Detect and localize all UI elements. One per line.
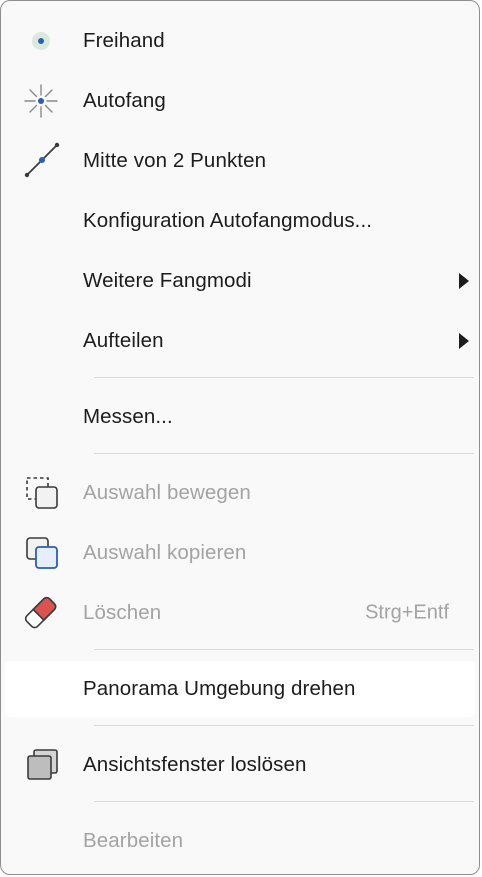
menu-separator (94, 649, 474, 650)
menu-item-label: Ansichtsfenster loslösen (83, 753, 307, 776)
menu-item-loeschen: Löschen Strg+Entf (5, 585, 475, 641)
menu-item-bearbeiten: Bearbeiten (5, 813, 475, 869)
midpoint-line-icon (21, 141, 61, 181)
menu-item-label: Auswahl bewegen (83, 481, 251, 504)
menu-item-konfiguration-autofangmodus[interactable]: Konfiguration Autofangmodus... (5, 193, 475, 249)
move-selection-icon (21, 473, 61, 513)
menu-item-panorama-umgebung-drehen[interactable]: Panorama Umgebung drehen (5, 661, 475, 717)
menu-item-label: Auswahl kopieren (83, 541, 247, 564)
menu-item-messen[interactable]: Messen... (5, 389, 475, 445)
menu-separator (94, 725, 474, 726)
shortcut-text: Strg+Entf (365, 601, 449, 624)
submenu-arrow-icon (459, 273, 469, 289)
menu-item-label: Weitere Fangmodi (83, 269, 252, 292)
menu-item-autofang[interactable]: Autofang (5, 73, 475, 129)
context-menu: Freihand Autofang Mitte von 2 Punkten Ko… (0, 0, 480, 875)
menu-separator (94, 801, 474, 802)
submenu-arrow-icon (459, 333, 469, 349)
menu-item-label: Mitte von 2 Punkten (83, 149, 267, 172)
eraser-icon (21, 593, 61, 633)
menu-item-auswahl-bewegen: Auswahl bewegen (5, 465, 475, 521)
copy-selection-icon (21, 533, 61, 573)
menu-item-label: Bearbeiten (83, 829, 184, 852)
menu-item-label: Autofang (83, 89, 166, 112)
menu-item-label: Löschen (83, 601, 162, 624)
detach-viewport-icon (21, 745, 61, 785)
menu-item-label: Aufteilen (83, 329, 164, 352)
menu-separator (94, 453, 474, 454)
menu-item-auswahl-kopieren: Auswahl kopieren (5, 525, 475, 581)
freehand-dot-icon (21, 21, 61, 61)
menu-item-ansichtsfenster-losloesen[interactable]: Ansichtsfenster loslösen (5, 737, 475, 793)
menu-item-label: Messen... (83, 405, 173, 428)
menu-item-freihand[interactable]: Freihand (5, 13, 475, 69)
menu-item-label: Freihand (83, 29, 165, 52)
menu-item-mitte-von-2-punkten[interactable]: Mitte von 2 Punkten (5, 133, 475, 189)
menu-item-label: Konfiguration Autofangmodus... (83, 209, 373, 232)
autosnap-burst-icon (21, 81, 61, 121)
menu-item-weitere-fangmodi[interactable]: Weitere Fangmodi (5, 253, 475, 309)
menu-item-aufteilen[interactable]: Aufteilen (5, 313, 475, 369)
menu-separator (94, 377, 474, 378)
menu-item-label: Panorama Umgebung drehen (83, 677, 356, 700)
